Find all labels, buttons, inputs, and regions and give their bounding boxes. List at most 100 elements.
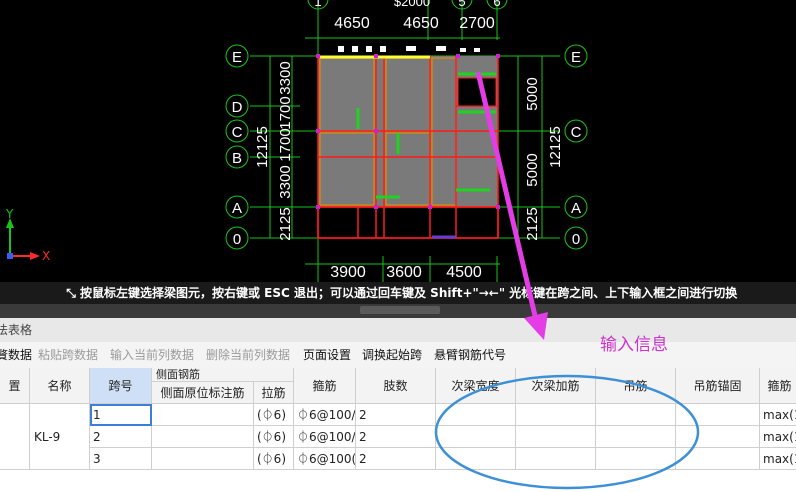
col-header-span-no[interactable]: 跨号 [90, 368, 152, 404]
cell-stirrup[interactable]: ⏀6@100/ [294, 426, 356, 448]
axis-number-6: 6 [493, 0, 500, 9]
axis-label-E-right: E [571, 49, 581, 66]
axis-label-E-left: E [232, 49, 242, 66]
col-header-secondary-add[interactable]: 次梁加筋 [516, 368, 596, 404]
cell-tie-bar[interactable]: (⏀6) [254, 426, 294, 448]
col-header-hanger[interactable]: 吊筋 [596, 368, 676, 404]
cell-tie-bar[interactable]: (⏀6) [254, 404, 294, 426]
panel-title: 法表格 [0, 323, 33, 337]
panel-title-bar: 法表格 [0, 318, 796, 343]
panel-toolbar: 贅数据 粘贴跨数据 输入当前列数据 删除当前列数据 页面设置 调换起始跨 悬臂钢… [0, 342, 796, 369]
cell-hanger[interactable] [596, 426, 676, 448]
input-current-column-button[interactable]: 输入当前列数据 [110, 342, 194, 368]
cell-legs[interactable]: 2 [356, 404, 436, 426]
dim-bottom-3: 4500 [446, 264, 482, 281]
axis-label-C-right: C [571, 124, 582, 141]
cell-tie-bar[interactable]: (⏀6) [254, 448, 294, 470]
ucs-icon [6, 218, 40, 260]
splitter-grip[interactable] [360, 306, 440, 314]
dim-right-total: 12125 [547, 126, 564, 168]
cell-legs[interactable]: 2 [356, 448, 436, 470]
cell-side-original[interactable] [152, 448, 254, 470]
cell-secondary-add[interactable] [516, 448, 596, 470]
dim-left-total: 12125 [254, 126, 271, 168]
axis-label-D-left: D [232, 99, 243, 116]
swap-start-span-button[interactable]: 调换起始跨 [362, 342, 422, 368]
cell-span-no[interactable]: 3 [90, 448, 152, 470]
dim-top-extra: $2000 [394, 0, 430, 9]
panel-splitter[interactable] [0, 304, 796, 318]
axis-label-B-left: B [232, 150, 242, 167]
status-prompt-bar: ⤡ 按鼠标左键选择梁图元，按右键或 ESC 退出；可以通过回车键及 Shift+"… [0, 282, 796, 304]
axis-number-5: 5 [458, 0, 465, 9]
beam-span-table: 置 名称 跨号 侧面钢筋 侧面原位标注筋 拉筋 箍筋 肢数 次梁宽度 次梁加筋 … [0, 368, 796, 492]
cell-stirrup-cut[interactable]: max(1 [760, 426, 796, 448]
col-header-side-rebar[interactable]: 侧面钢筋 [152, 368, 294, 382]
dim-right-2: 5000 [524, 153, 541, 186]
cell-stirrup-cut[interactable]: max(1 [760, 448, 796, 470]
cell-hanger-anchor[interactable] [676, 426, 760, 448]
copy-span-data-button[interactable]: 贅数据 [0, 342, 32, 368]
cell-stirrup[interactable]: ⏀6@100( [294, 448, 356, 470]
dim-top-1: 4650 [334, 15, 370, 32]
paste-span-data-button[interactable]: 粘贴跨数据 [38, 342, 98, 368]
right-axis-bubbles [564, 44, 588, 250]
cell-side-original[interactable] [152, 426, 254, 448]
building-plan[interactable] [316, 46, 500, 239]
cell-secondary-width[interactable] [436, 404, 516, 426]
delete-current-column-button[interactable]: 删除当前列数据 [206, 342, 290, 368]
cell-stirrup[interactable]: ⏀6@100/ [294, 404, 356, 426]
dim-bottom-2: 3600 [386, 264, 422, 281]
col-header-tie-bar[interactable]: 拉筋 [254, 382, 294, 404]
col-header-stirrup[interactable]: 箍筋 [294, 368, 356, 404]
cell-legs[interactable]: 2 [356, 426, 436, 448]
cell-hanger[interactable] [596, 404, 676, 426]
cell-secondary-add[interactable] [516, 404, 596, 426]
cell-span-no[interactable]: 2 [90, 426, 152, 448]
annotation-note: 输入信息 [600, 335, 668, 355]
left-axis-bubbles [225, 44, 249, 250]
cell-hanger[interactable] [596, 448, 676, 470]
dim-top-2: 4650 [403, 15, 439, 32]
col-header-secondary-width[interactable]: 次梁宽度 [436, 368, 516, 404]
beam-table-panel: 法表格 贅数据 粘贴跨数据 输入当前列数据 删除当前列数据 页面设置 调换起始跨… [0, 318, 796, 492]
cell-secondary-width[interactable] [436, 426, 516, 448]
table-row: 1 (⏀6) ⏀6@100/ 2 max(1 [0, 404, 796, 426]
cell-stirrup-cut[interactable]: max(1 [760, 404, 796, 426]
cell-secondary-add[interactable] [516, 426, 596, 448]
axis-label-C-left: C [232, 124, 243, 141]
dim-left-1: 3300 [277, 61, 294, 94]
cell-secondary-width[interactable] [436, 448, 516, 470]
dim-left-5: 2125 [277, 207, 294, 240]
dim-bottom-1: 3900 [330, 264, 366, 281]
col-header-legs[interactable]: 肢数 [356, 368, 436, 404]
table-row: 2 (⏀6) ⏀6@100/ 2 max(1 [0, 426, 796, 448]
table-row: 3 (⏀6) ⏀6@100( 2 max(1 [0, 448, 796, 470]
cell-side-original[interactable] [152, 404, 254, 426]
cell-hanger-anchor[interactable] [676, 404, 760, 426]
dim-left-4: 3300 [277, 165, 294, 198]
col-header-position[interactable]: 置 [0, 368, 30, 404]
dim-right-3: 2125 [524, 207, 541, 240]
status-message: 按鼠标左键选择梁图元，按右键或 ESC 退出；可以通过回车键及 Shift+"→… [80, 286, 738, 300]
col-header-name[interactable]: 名称 [30, 368, 90, 404]
axis-number-1: 1 [314, 0, 321, 9]
col-header-stirrup-cut[interactable]: 箍筋 [760, 368, 796, 404]
dim-left-3: 1700 [277, 128, 294, 161]
ucs-y-label: Y [5, 207, 14, 221]
dim-top-3: 2700 [459, 15, 495, 32]
col-header-hanger-anchor[interactable]: 吊筋锚固 [676, 368, 760, 404]
ucs-x-label: X [42, 249, 50, 263]
dim-right-1: 5000 [524, 77, 541, 110]
cell-span-no[interactable]: 1 [90, 404, 152, 426]
cad-drawing-canvas[interactable]: 1 $2000 5 6 4650 4650 2700 E D C B A 0 E… [0, 0, 796, 282]
col-header-side-original[interactable]: 侧面原位标注筋 [152, 382, 254, 404]
cell-hanger-anchor[interactable] [676, 448, 760, 470]
cantilever-rebar-code-button[interactable]: 悬臂钢筋代号 [434, 342, 506, 368]
axis-label-A-right: A [571, 200, 581, 217]
axis-label-A-left: A [232, 200, 242, 217]
page-setup-button[interactable]: 页面设置 [303, 342, 351, 368]
axis-label-0-left: 0 [233, 231, 241, 248]
dim-left-2: 1700 [277, 96, 294, 129]
axis-label-0-right: 0 [572, 231, 580, 248]
